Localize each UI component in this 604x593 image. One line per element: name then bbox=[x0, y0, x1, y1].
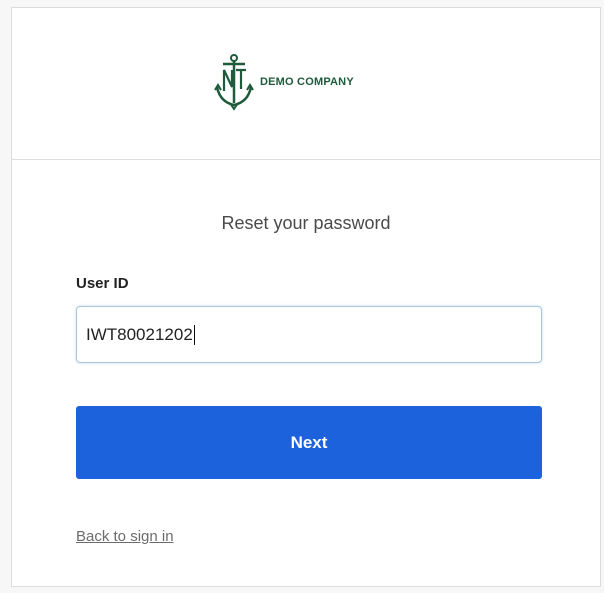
user-id-input[interactable]: IWT80021202 bbox=[76, 306, 542, 363]
reset-password-card: DEMO COMPANY Reset your password User ID… bbox=[11, 7, 601, 587]
card-header: DEMO COMPANY bbox=[12, 8, 600, 160]
company-logo: DEMO COMPANY bbox=[212, 53, 354, 111]
back-to-sign-in-link[interactable]: Back to sign in bbox=[76, 528, 174, 545]
page-title: Reset your password bbox=[221, 213, 391, 233]
text-cursor bbox=[193, 324, 195, 345]
next-button[interactable]: Next bbox=[76, 406, 542, 479]
company-name: DEMO COMPANY bbox=[260, 76, 354, 88]
anchor-nt-monogram-icon bbox=[214, 54, 254, 111]
user-id-label: User ID bbox=[76, 275, 129, 292]
user-id-value: IWT80021202 bbox=[86, 324, 193, 344]
